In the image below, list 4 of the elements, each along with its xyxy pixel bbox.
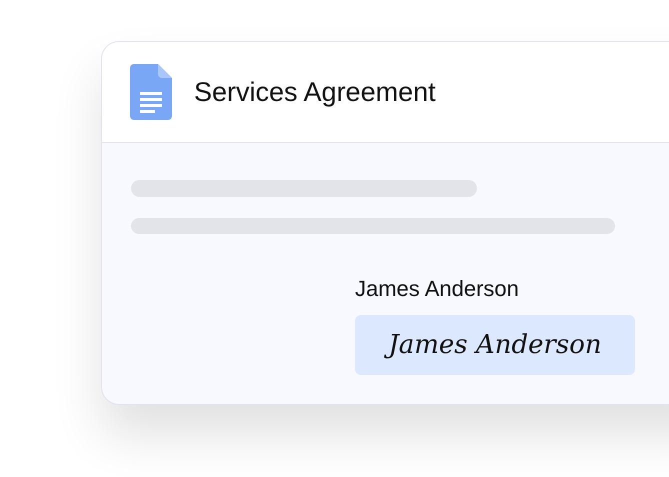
signature-field[interactable]: James Anderson — [355, 315, 635, 375]
signer-name: James Anderson — [355, 275, 519, 303]
document-title: Services Agreement — [194, 76, 436, 109]
document-icon — [130, 64, 172, 120]
